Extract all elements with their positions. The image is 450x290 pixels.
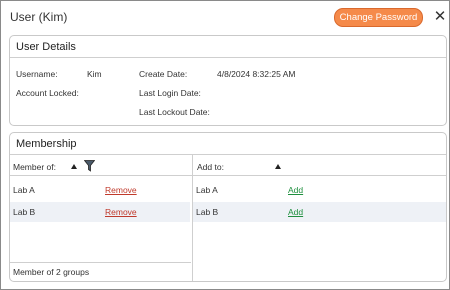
user-details-title: User Details [16, 41, 76, 53]
account-locked-label: Account Locked: [16, 88, 79, 98]
dialog-title: User (Kim) [10, 10, 68, 24]
create-date-label: Create Date: [139, 69, 188, 79]
group-name: Lab A [196, 185, 218, 195]
add-link[interactable]: Add [288, 207, 303, 217]
member-of-list: Lab A Remove Lab B Remove [10, 178, 190, 258]
filter-icon[interactable] [84, 160, 95, 172]
membership-header-separator [10, 175, 446, 176]
change-password-button[interactable]: Change Password [334, 8, 423, 27]
remove-link[interactable]: Remove [105, 185, 137, 195]
last-login-label: Last Login Date: [139, 88, 201, 98]
remove-link[interactable]: Remove [105, 207, 137, 217]
table-row: Lab A Add [193, 180, 446, 200]
member-count-text: Member of 2 groups [13, 267, 90, 277]
table-row: Lab A Remove [10, 180, 190, 200]
membership-title: Membership [16, 138, 77, 150]
group-name: Lab B [196, 207, 219, 217]
username-label: Username: [16, 69, 58, 79]
group-name: Lab A [13, 185, 35, 195]
table-row: Lab B Remove [10, 202, 190, 222]
last-lockout-label: Last Lockout Date: [139, 107, 210, 117]
create-date-value: 4/8/2024 8:32:25 AM [217, 69, 296, 79]
group-name: Lab B [13, 207, 36, 217]
add-link[interactable]: Add [288, 185, 303, 195]
member-of-header: Member of: [13, 162, 56, 172]
sort-ascending-icon[interactable] [71, 164, 77, 169]
user-dialog: User (Kim) Change Password ✕ User Detail… [0, 0, 450, 290]
membership-title-separator [10, 154, 446, 155]
user-details-separator [10, 57, 446, 58]
membership-panel: Membership Member of: Add to: Lab A Remo… [9, 132, 447, 282]
member-of-footer-separator [10, 262, 191, 263]
add-to-list: Lab A Add Lab B Add [193, 178, 446, 258]
sort-ascending-icon-add[interactable] [275, 164, 281, 169]
username-value: Kim [87, 69, 102, 79]
user-details-panel: User Details Username: Kim Account Locke… [9, 35, 447, 126]
add-to-header: Add to: [197, 162, 224, 172]
table-row: Lab B Add [193, 202, 446, 222]
close-icon[interactable]: ✕ [433, 9, 447, 25]
